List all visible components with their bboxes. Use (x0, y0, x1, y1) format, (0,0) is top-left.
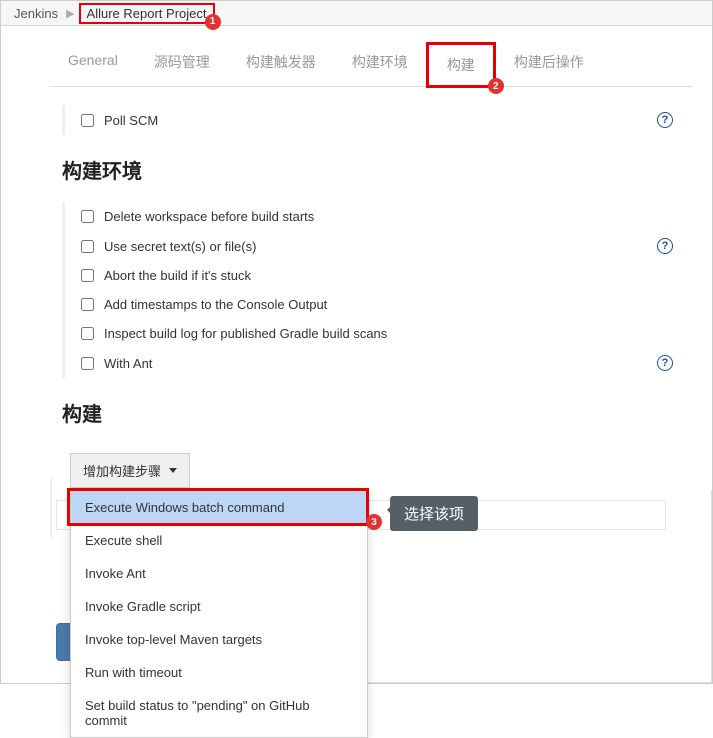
menu-item-gh-pending[interactable]: Set build status to "pending" on GitHub … (71, 689, 367, 737)
menu-item-gradle[interactable]: Invoke Gradle script (71, 590, 367, 623)
breadcrumb-root[interactable]: Jenkins (8, 6, 64, 21)
tab-general[interactable]: General (50, 42, 136, 86)
tab-build[interactable]: 构建 (426, 42, 496, 88)
secret-text-checkbox[interactable] (81, 240, 94, 253)
chevron-right-icon: ▶ (64, 7, 76, 20)
annotation-badge-2: 2 (488, 78, 504, 94)
build-step-menu: Execute Windows batch command Execute sh… (70, 490, 368, 738)
triggers-section: Poll SCM ? (62, 105, 693, 135)
menu-item-timeout[interactable]: Run with timeout (71, 656, 367, 689)
help-icon[interactable]: ? (657, 355, 673, 371)
menu-item-maven[interactable]: Invoke top-level Maven targets (71, 623, 367, 656)
build-section-title: 构建 (62, 398, 693, 427)
tab-scm[interactable]: 源码管理 (136, 42, 228, 86)
delete-workspace-checkbox[interactable] (81, 210, 94, 223)
abort-stuck-label: Abort the build if it's stuck (104, 268, 251, 283)
menu-item-ant[interactable]: Invoke Ant (71, 557, 367, 590)
delete-workspace-label: Delete workspace before build starts (104, 209, 314, 224)
tab-env[interactable]: 构建环境 (334, 42, 426, 86)
annotation-badge-3: 3 (366, 514, 382, 530)
help-icon[interactable]: ? (657, 238, 673, 254)
config-tabs: General 源码管理 构建触发器 构建环境 构建 2 构建后操作 (50, 42, 693, 87)
breadcrumb-project[interactable]: Allure Report Project 1 (79, 3, 215, 24)
breadcrumb: Jenkins ▶ Allure Report Project 1 (0, 0, 713, 26)
tab-triggers[interactable]: 构建触发器 (228, 42, 334, 86)
tab-post[interactable]: 构建后操作 (496, 42, 602, 86)
secret-text-label: Use secret text(s) or file(s) (104, 239, 256, 254)
timestamps-checkbox[interactable] (81, 298, 94, 311)
poll-scm-label: Poll SCM (104, 113, 158, 128)
gradle-scan-label: Inspect build log for published Gradle b… (104, 326, 387, 341)
with-ant-checkbox[interactable] (81, 357, 94, 370)
with-ant-label: With Ant (104, 356, 152, 371)
env-section: Delete workspace before build starts Use… (62, 202, 693, 378)
timestamps-label: Add timestamps to the Console Output (104, 297, 327, 312)
annotation-badge-1: 1 (205, 14, 221, 30)
help-icon[interactable]: ? (657, 112, 673, 128)
env-section-title: 构建环境 (62, 155, 693, 184)
breadcrumb-project-label: Allure Report Project (87, 6, 207, 21)
poll-scm-checkbox[interactable] (81, 114, 94, 127)
menu-item-shell[interactable]: Execute shell (71, 524, 367, 557)
annotation-tooltip: 选择该项 (390, 496, 478, 531)
gradle-scan-checkbox[interactable] (81, 327, 94, 340)
abort-stuck-checkbox[interactable] (81, 269, 94, 282)
caret-down-icon (169, 468, 177, 473)
menu-item-win-batch[interactable]: Execute Windows batch command (71, 491, 367, 524)
